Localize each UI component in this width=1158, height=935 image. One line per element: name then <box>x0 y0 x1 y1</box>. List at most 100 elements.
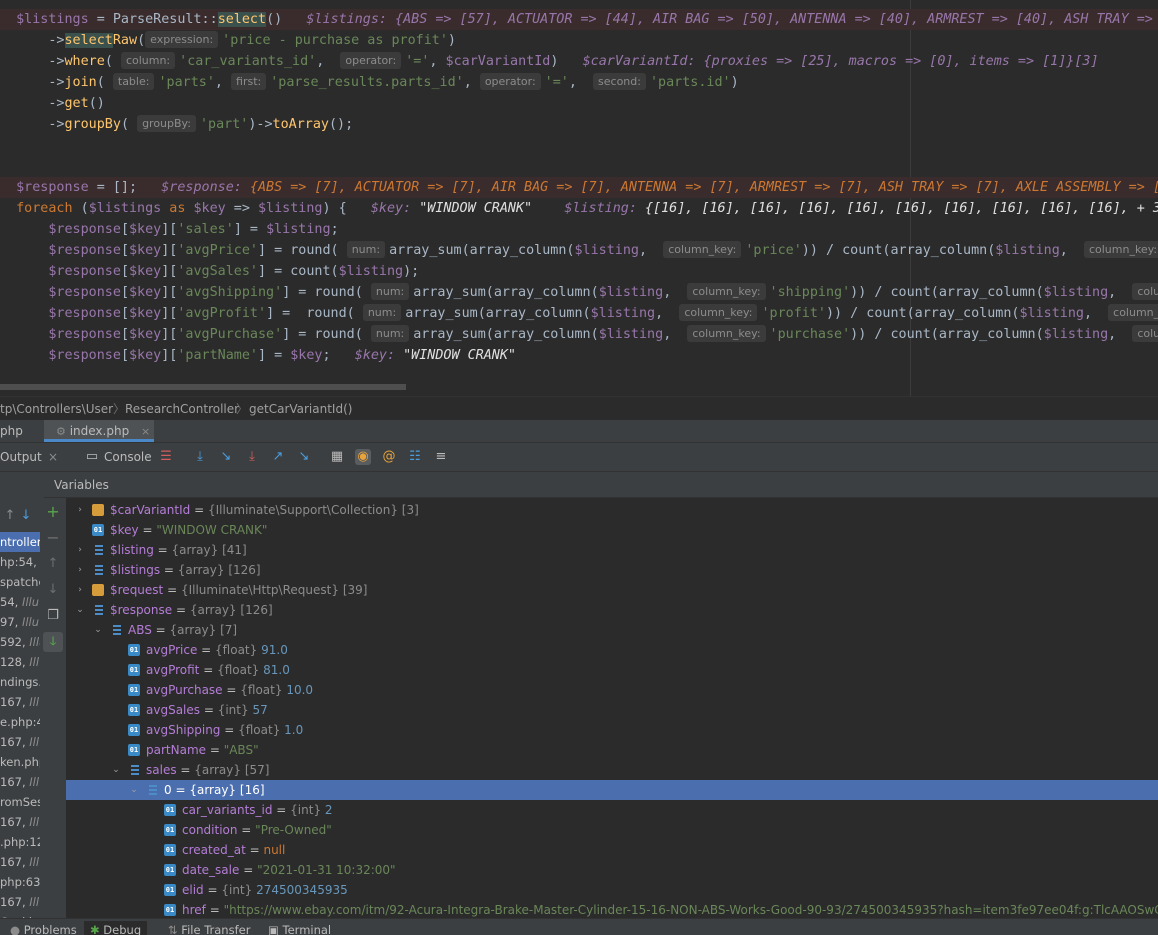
variable-row[interactable]: ⌄ sales = {array} [57] <box>66 760 1158 780</box>
debug-tab[interactable]: ✱ Debug <box>84 921 148 935</box>
stack-frame[interactable]: romSes <box>0 792 44 812</box>
up-arrow-icon[interactable]: ↑ <box>2 508 18 524</box>
variable-row[interactable]: 01 $key = "WINDOW CRANK" <box>66 520 1158 540</box>
stack-frame[interactable]: 97, Illu <box>0 612 44 632</box>
variable-row[interactable]: 01 avgPurchase = {float} 10.0 <box>66 680 1158 700</box>
variable-row[interactable]: 01 href = "https://www.ebay.com/itm/92-Ac… <box>66 900 1158 918</box>
output-tab[interactable]: Output <box>0 443 42 471</box>
variable-row[interactable]: › $carVariantId = {Illuminate\Support\Col… <box>66 500 1158 520</box>
settings-list-icon[interactable]: ≡ <box>433 449 449 465</box>
variable-row[interactable]: › $listings = {array} [126] <box>66 560 1158 580</box>
code-token: , <box>316 54 341 69</box>
code-token: ) <box>730 75 739 90</box>
force-step-into-icon[interactable]: ⤓ <box>244 449 260 465</box>
problems-tab[interactable]: ● Problems <box>10 921 77 935</box>
variable-row[interactable]: 01 avgProfit = {float} 81.0 <box>66 660 1158 680</box>
editor-horizontal-scrollbar[interactable] <box>0 384 406 390</box>
stack-frame[interactable]: 592, Illu <box>0 632 44 652</box>
chevron-down-icon[interactable]: ⌄ <box>128 780 140 800</box>
show-execution-point-icon[interactable]: ☰ <box>158 449 174 465</box>
chevron-right-icon[interactable]: › <box>74 500 86 520</box>
stack-frame[interactable]: php:63, <box>0 872 44 892</box>
stack-frame[interactable]: 54, Illu <box>0 592 44 612</box>
variable-row[interactable]: 01 avgSales = {int} 57 <box>66 700 1158 720</box>
stack-frame[interactable]: hp:54, Il <box>0 552 44 572</box>
close-icon[interactable]: × <box>141 425 150 438</box>
variable-row[interactable]: 01 avgPrice = {float} 91.0 <box>66 640 1158 660</box>
stack-frame[interactable]: 167, Ill <box>0 812 44 832</box>
variable-row[interactable]: 01 date_sale = "2021-01-31 10:32:00" <box>66 860 1158 880</box>
tab-index-php[interactable]: ⚙ index.php × <box>44 420 154 442</box>
code-token: $carVariantId <box>445 54 551 69</box>
chevron-down-icon[interactable]: ⌄ <box>74 600 86 620</box>
close-icon[interactable]: × <box>48 443 58 471</box>
down-arrow-icon[interactable]: ↓ <box>18 508 34 524</box>
code-line[interactable]: $response[$key]['avgPurchase'] = round( … <box>0 324 1158 345</box>
add-watch-icon[interactable]: + <box>45 504 61 520</box>
stack-frame[interactable]: spatche <box>0 572 44 592</box>
variable-row[interactable]: › $request = {Illuminate\Http\Request} [3… <box>66 580 1158 600</box>
stack-frame[interactable]: 167, Ill <box>0 692 44 712</box>
chevron-down-icon[interactable]: ⌄ <box>92 620 104 640</box>
remove-watch-icon[interactable]: − <box>45 530 61 546</box>
watch-icon[interactable]: ◉ <box>355 449 371 465</box>
variable-row[interactable]: ⌄ ABS = {array} [7] <box>66 620 1158 640</box>
list-icon[interactable]: ☷ <box>407 449 423 465</box>
variable-row[interactable]: ⌄ 0 = {array} [16] <box>66 780 1158 800</box>
variable-row[interactable]: 01 partName = "ABS" <box>66 740 1158 760</box>
code-line[interactable]: $response[$key]['avgShipping'] = round( … <box>0 282 1158 303</box>
code-line[interactable]: $response[$key]['avgSales'] = count($lis… <box>0 261 419 282</box>
code-editor[interactable]: $listings = ParseResult::select() $listi… <box>0 0 1158 396</box>
breadcrumb-item-class[interactable]: ResearchController <box>125 399 239 419</box>
move-down-icon[interactable]: ↓ <box>45 582 61 598</box>
breadcrumb-item-namespace[interactable]: tp\Controllers\User <box>0 399 113 419</box>
variable-row[interactable]: › $listing = {array} [41] <box>66 540 1158 560</box>
tab-previous-file[interactable]: php × <box>0 420 40 460</box>
chevron-right-icon[interactable]: › <box>74 540 86 560</box>
show-values-inline-icon[interactable]: ↆ <box>43 632 63 652</box>
at-icon[interactable]: @ <box>381 449 397 465</box>
code-line[interactable]: $response[$key]['avgPrice'] = round( num… <box>0 240 1158 261</box>
stack-frame[interactable]: 128, Ill <box>0 652 44 672</box>
code-line[interactable]: ->groupBy( groupBy:'part')->toArray(); <box>0 114 353 135</box>
breadcrumb-item-method[interactable]: getCarVariantId() <box>249 399 352 419</box>
copy-icon[interactable]: ❐ <box>45 608 61 624</box>
variable-row[interactable]: 01 condition = "Pre-Owned" <box>66 820 1158 840</box>
code-line[interactable]: ->where( column:'car_variants_id', opera… <box>0 51 1099 72</box>
stack-frame[interactable]: .php:12 <box>0 832 44 852</box>
evaluate-expression-icon[interactable]: ▦ <box>329 449 345 465</box>
stack-frame[interactable]: 167, Ill <box>0 852 44 872</box>
variable-row[interactable]: ⌄ $response = {array} [126] <box>66 600 1158 620</box>
variable-row[interactable]: 01 avgShipping = {float} 1.0 <box>66 720 1158 740</box>
code-line[interactable]: ->get() <box>0 93 104 114</box>
terminal-tab[interactable]: ▣ Terminal <box>268 921 331 935</box>
variable-row[interactable]: 01 created_at = null <box>66 840 1158 860</box>
chevron-right-icon[interactable]: › <box>74 580 86 600</box>
code-line[interactable]: $response[$key]['avgProfit'] = round( nu… <box>0 303 1158 324</box>
stack-frame[interactable]: ndings. <box>0 672 44 692</box>
variable-row[interactable]: 01 car_variants_id = {int} 2 <box>66 800 1158 820</box>
code-line[interactable]: $response = []; $response: {ABS => [7], … <box>0 177 1158 198</box>
stack-frame[interactable]: 167, Ill <box>0 772 44 792</box>
move-up-icon[interactable]: ↑ <box>45 556 61 572</box>
variable-row[interactable]: 01 elid = {int} 274500345935 <box>66 880 1158 900</box>
stack-frame[interactable]: ntroller. <box>0 532 44 552</box>
code-line[interactable]: $response[$key]['sales'] = $listing; <box>0 219 338 240</box>
step-out-icon[interactable]: ↗ <box>270 449 286 465</box>
step-over-icon[interactable]: ⤓ <box>192 449 208 465</box>
stack-frame[interactable]: e.php:4 <box>0 712 44 732</box>
code-line[interactable]: ->selectRaw(expression:'price - purchase… <box>0 30 456 51</box>
chevron-down-icon[interactable]: ⌄ <box>110 760 122 780</box>
chevron-right-icon[interactable]: › <box>74 560 86 580</box>
stack-frame[interactable]: 167, Ill <box>0 732 44 752</box>
file-transfer-tab[interactable]: ⇅ File Transfer <box>168 921 250 935</box>
stack-frame[interactable]: 167, Ill <box>0 892 44 912</box>
stack-frame[interactable]: ken.php <box>0 752 44 772</box>
code-line[interactable]: $listings = ParseResult::select() $listi… <box>0 9 1158 30</box>
step-into-icon[interactable]: ↘ <box>218 449 234 465</box>
code-line[interactable]: foreach ($listings as $key => $listing) … <box>0 198 1158 219</box>
run-to-cursor-icon[interactable]: ↘ <box>296 449 312 465</box>
code-line[interactable]: $response[$key]['partName'] = $key; $key… <box>0 345 516 366</box>
console-tab[interactable]: Console <box>104 443 152 471</box>
code-line[interactable]: ->join( table:'parts', first:'parse_resu… <box>0 72 739 93</box>
